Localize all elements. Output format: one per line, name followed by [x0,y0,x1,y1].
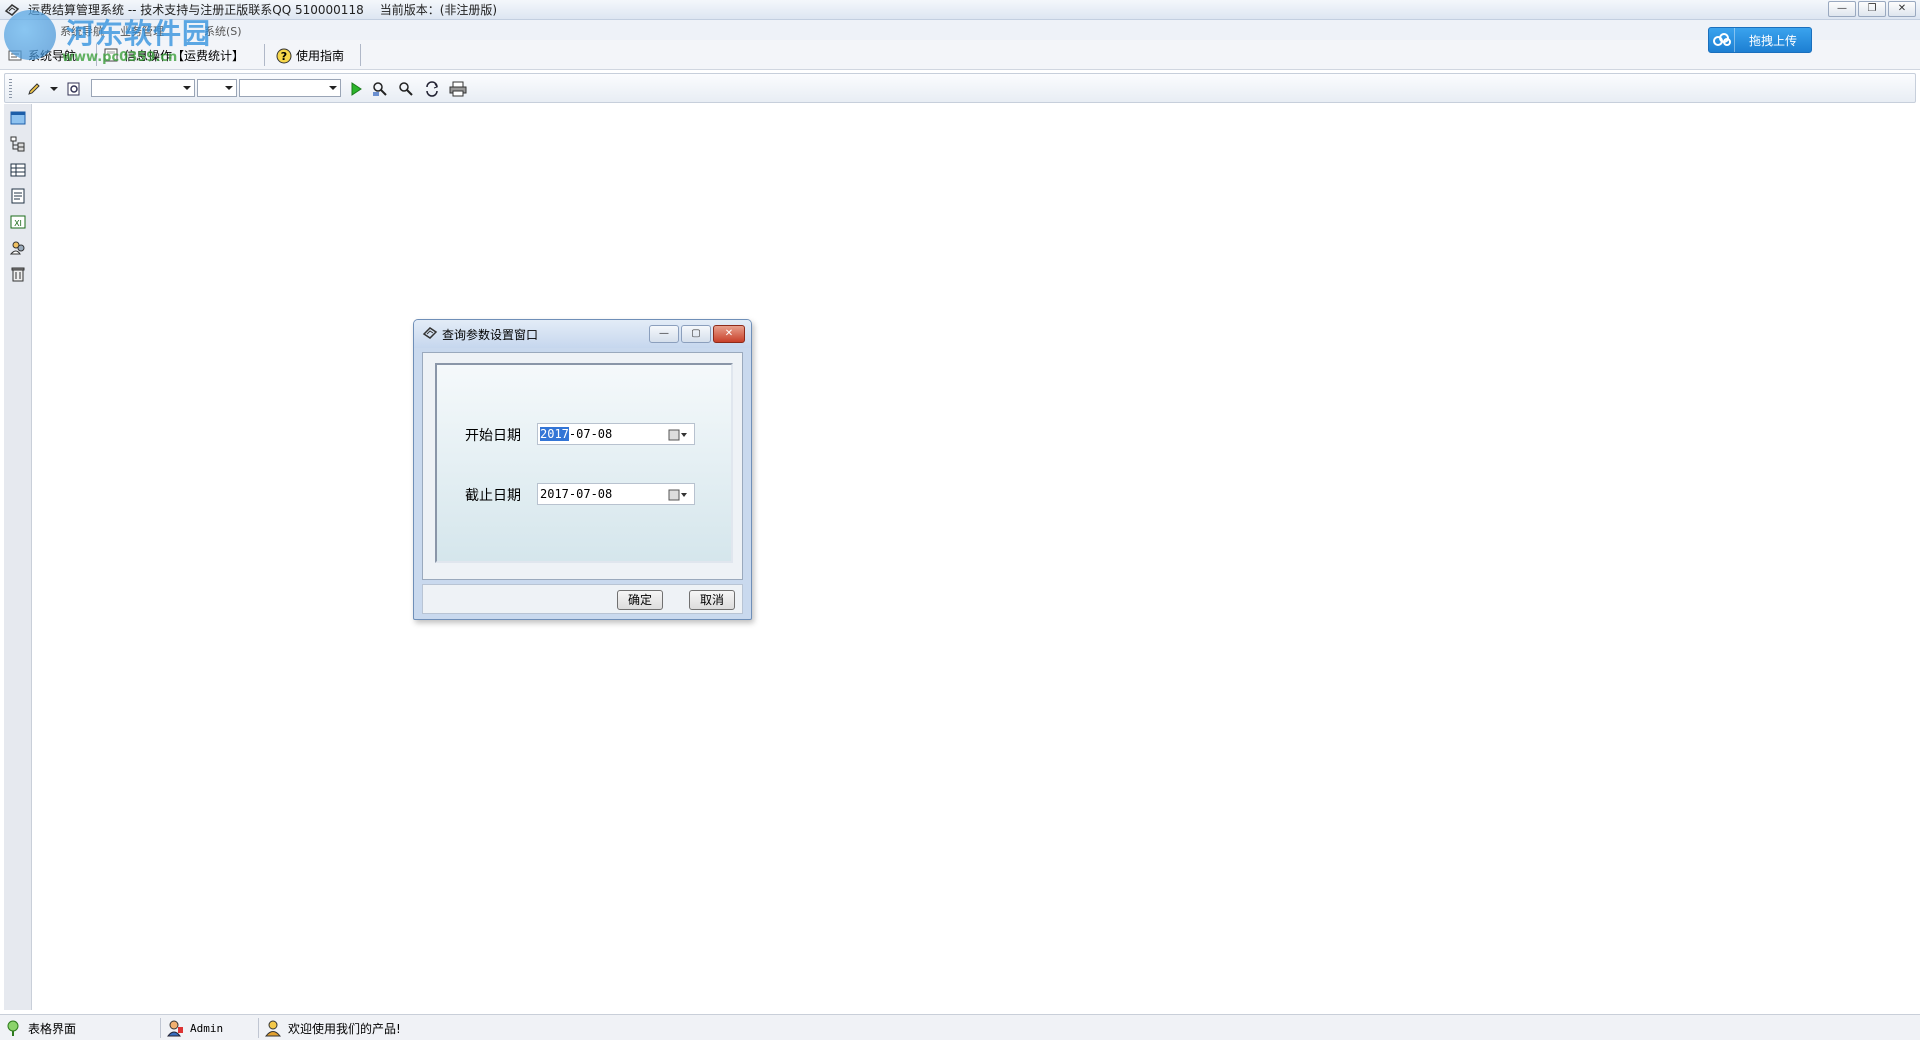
window-title: 运费结算管理系统 -- 技术支持与注册正版联系QQ 510000118 [28,3,364,17]
tab-guide[interactable]: ? 使用指南 [276,44,344,66]
dialog-title-bar[interactable]: 查询参数设置窗口 — ▢ ✕ [414,320,751,348]
tab-guide-label: 使用指南 [296,48,345,63]
status-divider [258,1018,259,1038]
tree-icon[interactable] [9,136,27,152]
drag-upload-button[interactable]: 拖拽上传 [1708,27,1812,53]
form-icon [104,48,118,62]
status-welcome-label: 欢迎使用我们的产品! [288,1021,401,1036]
toolbar-grip[interactable] [9,79,12,99]
calendar-dropdown-icon[interactable] [668,428,690,442]
status-bar: 表格界面 Admin 欢迎使用我们的产品! [0,1014,1920,1040]
drag-upload-label: 拖拽上传 [1748,33,1797,48]
refresh-icon[interactable] [423,80,441,98]
title-bar: 运费结算管理系统 -- 技术支持与注册正版联系QQ 510000118 当前版本… [0,0,1920,20]
navigation-icon [8,48,22,62]
tab-system-nav[interactable]: 系统导航 [8,44,76,66]
window-controls: — ❐ ✕ [1828,1,1916,17]
status-divider [160,1018,161,1038]
chevron-down-icon [329,86,337,90]
help-icon: ? [276,48,292,64]
tab-info-ops[interactable]: 信息操作【运费统计】 [104,44,244,66]
dialog-footer: 确定 取消 [422,584,743,614]
play-icon[interactable] [347,80,365,98]
pencil-icon[interactable] [25,80,43,98]
minimize-button[interactable]: — [1828,1,1856,17]
nav-divider [96,44,97,66]
dialog-body: 开始日期 2017 -07-08 截止日期 2017-07-08 [422,352,743,580]
svg-text:?: ? [281,50,287,63]
toolbar-combo-3[interactable] [239,79,341,97]
preview-icon[interactable] [65,80,83,98]
start-date-rest: -07-08 [568,427,613,441]
user-icon [166,1019,184,1037]
end-date-label: 截止日期 [465,488,521,504]
chevron-down-icon[interactable] [49,80,59,98]
toolbar-combo-2[interactable] [197,79,237,97]
version-text: 当前版本：(非注册版) [379,3,498,17]
cancel-button[interactable]: 取消 [689,590,735,610]
dialog-close-button[interactable]: ✕ [713,325,745,343]
tab-info-ops-label: 信息操作【运费统计】 [124,48,245,63]
find-icon[interactable] [371,80,389,98]
status-view-label: 表格界面 [28,1021,77,1036]
dialog-window-controls: — ▢ ✕ [649,325,745,343]
nav-tabs-row: 系统导航 信息操作【运费统计】 ? 使用指南 [0,40,1920,70]
start-date-label: 开始日期 [465,428,521,444]
menu-item-business[interactable]: 业务管理 [120,23,164,39]
end-date-field[interactable]: 2017-07-08 [537,483,695,505]
person-icon [264,1019,282,1037]
print-icon[interactable] [449,80,467,98]
dialog-form-panel: 开始日期 2017 -07-08 截止日期 2017-07-08 [435,363,733,563]
query-params-dialog: 查询参数设置窗口 — ▢ ✕ 开始日期 2017 -07-08 截止日期 2017… [413,319,752,620]
start-date-selected: 2017 [540,427,569,441]
ok-button[interactable]: 确定 [617,590,663,610]
dialog-title: 查询参数设置窗口 [442,327,539,342]
excel-icon[interactable]: XI [9,214,27,230]
nav-divider [360,44,361,66]
close-button[interactable]: ✕ [1888,1,1916,17]
end-date-value: 2017-07-08 [540,487,613,501]
calendar-dropdown-icon[interactable] [668,488,690,502]
users-icon[interactable] [9,240,27,256]
restore-button[interactable]: ❐ [1858,1,1886,17]
window-icon[interactable] [9,110,27,126]
dialog-maximize-button[interactable]: ▢ [681,325,711,343]
menu-bar: 系统导航 业务管理 系统(S) [0,20,1920,40]
status-user: Admin [166,1018,223,1038]
start-date-field[interactable]: 2017 -07-08 [537,423,695,445]
nav-divider [264,44,265,66]
menu-item-system[interactable]: 系统(S) [204,23,242,39]
svg-text:XI: XI [14,219,22,228]
chevron-down-icon [183,86,191,90]
document-icon[interactable] [9,188,27,204]
toolbar-combo-1[interactable] [91,79,195,97]
dialog-app-icon [422,326,438,343]
dialog-minimize-button[interactable]: — [649,325,679,343]
grid-icon[interactable] [9,162,27,178]
pin-icon [4,1019,22,1037]
toolbar [4,73,1916,103]
status-welcome: 欢迎使用我们的产品! [264,1018,401,1038]
tab-system-nav-label: 系统导航 [28,48,77,63]
left-sidebar: XI [4,104,32,1010]
chevron-down-icon [225,86,233,90]
search-icon[interactable] [397,80,415,98]
status-user-label: Admin [190,1021,224,1035]
trash-icon[interactable] [9,266,27,282]
status-view: 表格界面 [4,1018,76,1038]
menu-item-system-nav[interactable]: 系统导航 [60,23,104,39]
cloud-icon [1709,28,1735,52]
app-icon [4,3,20,17]
